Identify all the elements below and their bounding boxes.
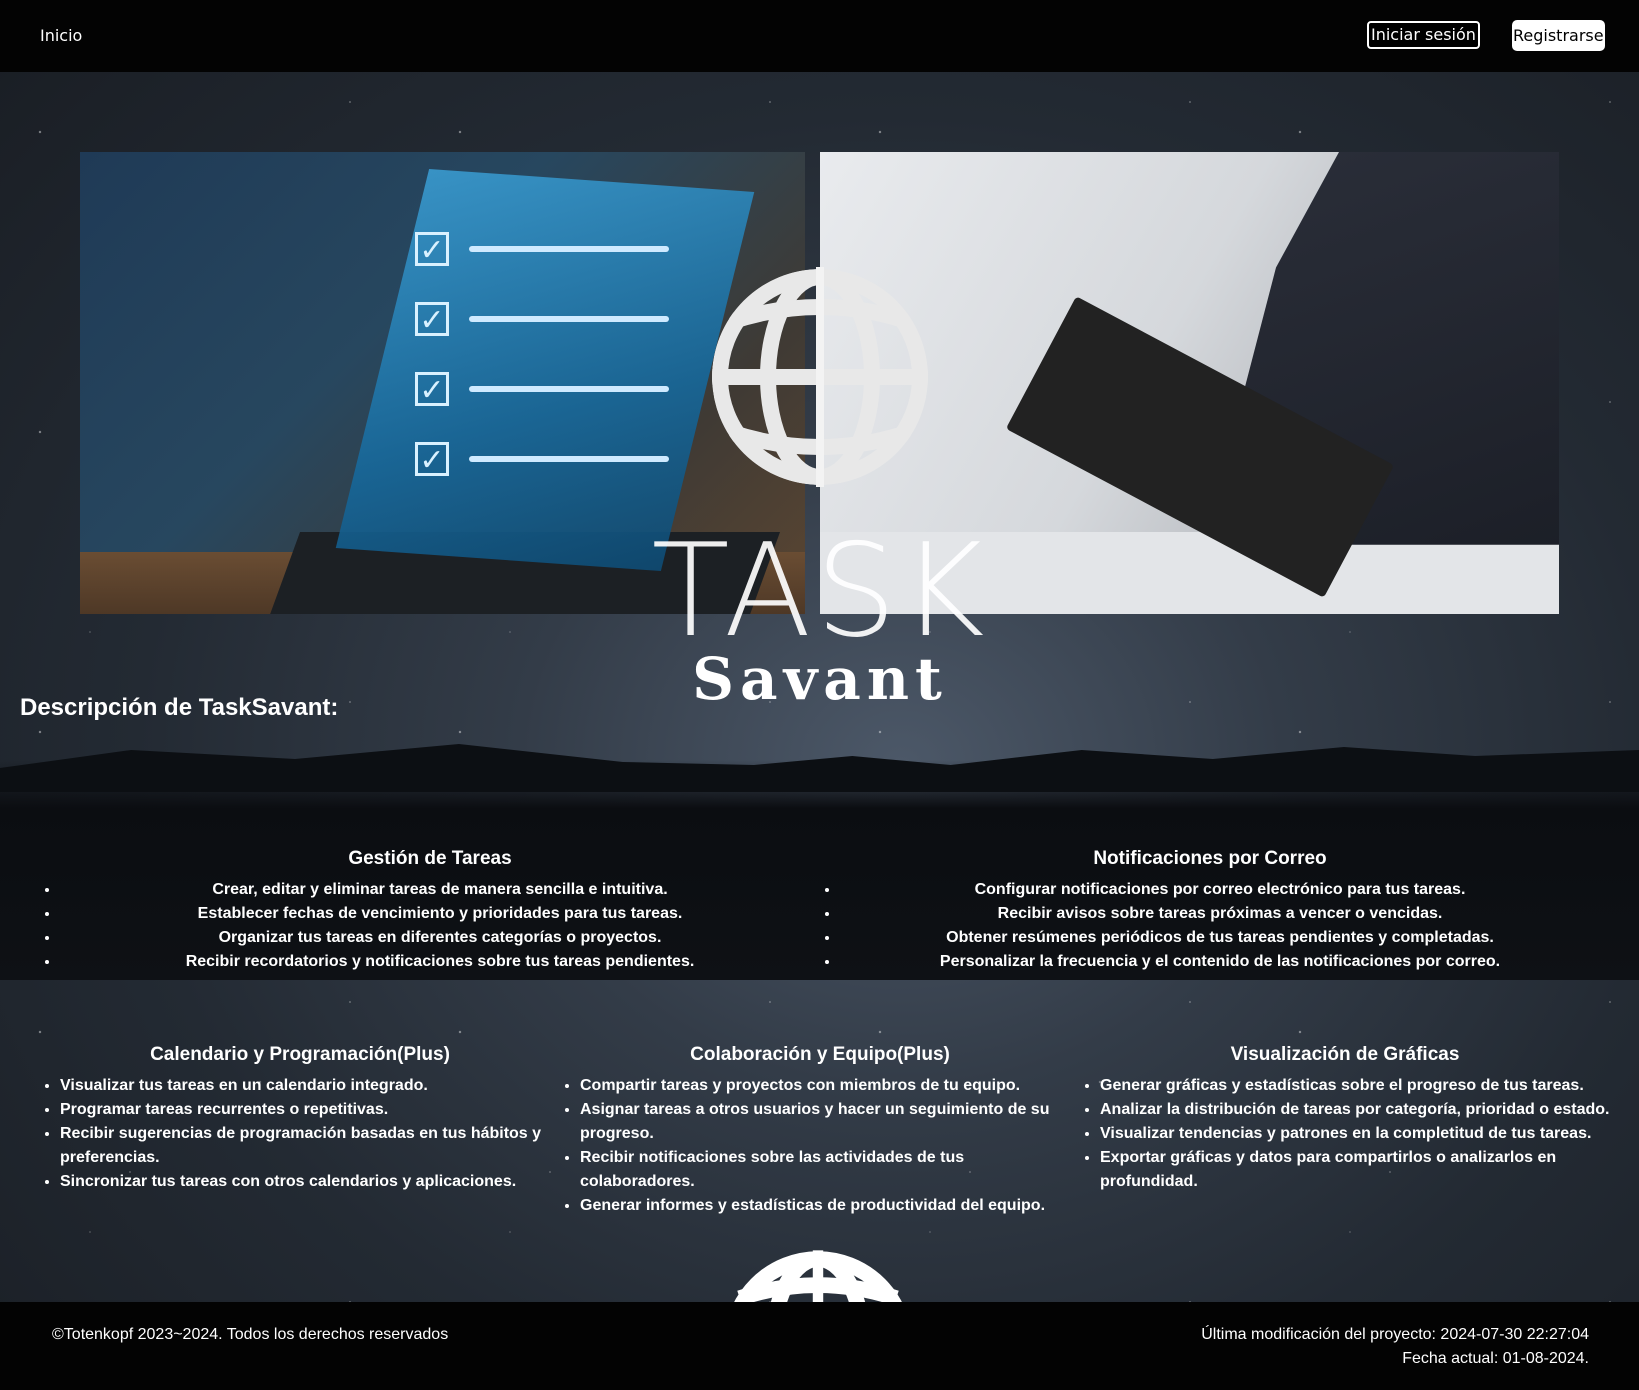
list-item: Visualizar tendencias y patrones en la c… — [1100, 1122, 1610, 1146]
list-item: Organizar tus tareas en diferentes categ… — [60, 926, 820, 950]
list-item: Generar informes y estadísticas de produ… — [580, 1194, 1080, 1218]
list-item: Obtener resúmenes periódicos de tus tare… — [840, 926, 1600, 950]
feature-calendar: Calendario y Programación(Plus) Visualiz… — [40, 1044, 560, 1194]
login-button[interactable]: Iniciar sesión — [1367, 21, 1480, 49]
feature-title: Colaboración y Equipo(Plus) — [690, 1044, 950, 1065]
checklist-row: ✓ — [415, 372, 669, 407]
list-item: Recibir sugerencias de programación basa… — [60, 1122, 560, 1170]
list-item: Exportar gráficas y datos para compartir… — [1100, 1146, 1610, 1194]
last-modified-text: Última modificación del proyecto: 2024-0… — [1201, 1326, 1589, 1343]
list-item: Sincronizar tus tareas con otros calenda… — [60, 1170, 560, 1194]
top-navbar: Inicio Iniciar sesión Registrarse — [0, 0, 1639, 72]
feature-list: Visualizar tus tareas en un calendario i… — [40, 1074, 560, 1194]
description-title: Descripción de TaskSavant: — [20, 694, 339, 721]
feature-title: Visualización de Gráficas — [1230, 1044, 1460, 1065]
page-footer: ©Totenkopf 2023~2024. Todos los derechos… — [0, 1302, 1639, 1390]
checklist-row: ✓ — [415, 442, 669, 477]
feature-email-notifications: Notificaciones por Correo Configurar not… — [820, 848, 1600, 974]
checklist-row: ✓ — [415, 232, 669, 267]
check-icon: ✓ — [415, 232, 449, 267]
hero-image-checklist: ✓ ✓ ✓ ✓ — [80, 152, 805, 614]
list-item: Recibir notificaciones sobre las activid… — [580, 1146, 1080, 1194]
list-item: Programar tareas recurrentes o repetitiv… — [60, 1098, 560, 1122]
feature-title: Gestión de Tareas — [348, 848, 512, 869]
list-item: Configurar notificaciones por correo ele… — [840, 878, 1600, 902]
globe-icon — [718, 1246, 918, 1306]
feature-title: Calendario y Programación(Plus) — [150, 1044, 450, 1065]
list-item: Analizar la distribución de tareas por c… — [1100, 1098, 1610, 1122]
feature-list: Compartir tareas y proyectos con miembro… — [560, 1074, 1080, 1218]
current-date-text: Fecha actual: 01-08-2024. — [1402, 1350, 1589, 1367]
nav-home-link[interactable]: Inicio — [40, 26, 82, 45]
feature-collaboration: Colaboración y Equipo(Plus) Compartir ta… — [560, 1044, 1080, 1218]
feature-list: Crear, editar y eliminar tareas de maner… — [40, 878, 820, 974]
checklist-row: ✓ — [415, 302, 669, 337]
holographic-checklist — [335, 168, 755, 572]
check-icon: ✓ — [415, 302, 449, 337]
list-item: Crear, editar y eliminar tareas de maner… — [60, 878, 820, 902]
list-item: Asignar tareas a otros usuarios y hacer … — [580, 1098, 1080, 1146]
feature-task-management: Gestión de Tareas Crear, editar y elimin… — [40, 848, 820, 974]
feature-list: Generar gráficas y estadísticas sobre el… — [1080, 1074, 1610, 1194]
list-item: Visualizar tus tareas en un calendario i… — [60, 1074, 560, 1098]
check-icon: ✓ — [415, 442, 449, 477]
list-item: Personalizar la frecuencia y el contenid… — [840, 950, 1600, 974]
list-item: Generar gráficas y estadísticas sobre el… — [1100, 1074, 1610, 1098]
feature-list: Configurar notificaciones por correo ele… — [820, 878, 1600, 974]
check-icon: ✓ — [415, 372, 449, 407]
register-button[interactable]: Registrarse — [1512, 20, 1605, 51]
feature-title: Notificaciones por Correo — [1093, 848, 1327, 869]
list-item: Recibir recordatorios y notificaciones s… — [60, 950, 820, 974]
copyright-text: ©Totenkopf 2023~2024. Todos los derechos… — [52, 1326, 449, 1343]
logo-savant-text: Savant — [692, 645, 948, 713]
list-item: Recibir avisos sobre tareas próximas a v… — [840, 902, 1600, 926]
hero-image-businessman — [820, 152, 1559, 614]
list-item: Compartir tareas y proyectos con miembro… — [580, 1074, 1080, 1098]
feature-charts: Visualización de Gráficas Generar gráfic… — [1080, 1044, 1610, 1194]
list-item: Establecer fechas de vencimiento y prior… — [60, 902, 820, 926]
